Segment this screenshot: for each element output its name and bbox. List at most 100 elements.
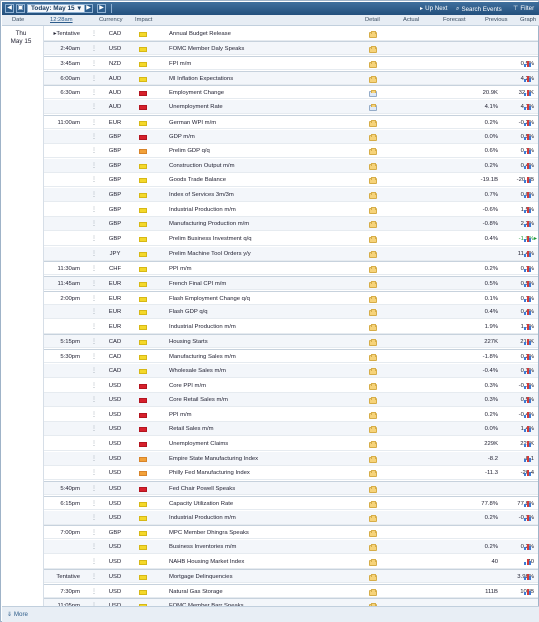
drag-handle-icon[interactable]: ⋮ <box>91 236 97 242</box>
bar-chart-icon[interactable] <box>524 103 532 110</box>
event-title[interactable]: Business Inventories m/m <box>169 544 236 550</box>
event-row[interactable]: ⋮EURIndustrial Production m/m1.9%1.1% <box>44 320 538 334</box>
drag-handle-icon[interactable]: ⋮ <box>91 559 97 565</box>
event-row[interactable]: 11:45am⋮EURFrench Final CPI m/m0.5%0.5% <box>44 276 538 290</box>
event-title[interactable]: German WPI m/m <box>169 120 216 126</box>
bar-chart-icon[interactable] <box>524 176 532 183</box>
detail-folder-icon[interactable] <box>369 589 377 596</box>
drag-handle-icon[interactable]: ⋮ <box>91 486 97 492</box>
event-title[interactable]: Index of Services 3m/3m <box>169 192 234 198</box>
drag-handle-icon[interactable]: ⋮ <box>91 266 97 272</box>
bar-chart-icon[interactable] <box>524 382 532 389</box>
bar-chart-icon[interactable] <box>524 147 532 154</box>
current-time-link[interactable]: 12:28am <box>50 17 73 23</box>
drag-handle-icon[interactable]: ⋮ <box>91 61 97 67</box>
drag-handle-icon[interactable]: ⋮ <box>91 148 97 154</box>
impact-low-icon[interactable] <box>139 282 147 287</box>
impact-low-icon[interactable] <box>139 32 147 37</box>
impact-low-icon[interactable] <box>139 208 147 213</box>
bar-chart-icon[interactable] <box>524 119 532 126</box>
bar-chart-icon[interactable] <box>524 220 532 227</box>
drag-handle-icon[interactable]: ⋮ <box>91 397 97 403</box>
bar-chart-icon[interactable] <box>524 425 532 432</box>
event-title[interactable]: Industrial Production m/m <box>169 324 236 330</box>
bar-chart-icon[interactable] <box>524 308 532 315</box>
event-title[interactable]: Industrial Production m/m <box>169 207 236 213</box>
event-title[interactable]: Fed Chair Powell Speaks <box>169 486 235 492</box>
bar-chart-icon[interactable] <box>524 367 532 374</box>
drag-handle-icon[interactable]: ⋮ <box>91 470 97 476</box>
event-row[interactable]: ⋮USDPhilly Fed Manufacturing Index-11.3-… <box>44 466 538 480</box>
event-row[interactable]: ⋮ USD Empire State Manufacturing Index -8.2… <box>44 452 538 466</box>
drag-handle-icon[interactable]: ⋮ <box>91 530 97 536</box>
bar-chart-icon[interactable] <box>524 573 532 580</box>
event-row[interactable]: ⋮USDCore Retail Sales m/m0.3%0.5% <box>44 393 538 407</box>
detail-folder-icon[interactable] <box>369 46 377 53</box>
drag-handle-icon[interactable]: ⋮ <box>91 221 97 227</box>
impact-low-icon[interactable] <box>139 121 147 126</box>
drag-handle-icon[interactable]: ⋮ <box>91 501 97 507</box>
drag-handle-icon[interactable]: ⋮ <box>91 368 97 374</box>
event-row[interactable]: ⋮JPYPrelim Machine Tool Orders y/y11.4% <box>44 247 538 261</box>
drag-handle-icon[interactable]: ⋮ <box>91 31 97 37</box>
drag-handle-icon[interactable]: ⋮ <box>91 426 97 432</box>
event-row[interactable]: ⋮GBPIndex of Services 3m/3m0.7%0.6% <box>44 188 538 202</box>
drag-handle-icon[interactable]: ⋮ <box>91 354 97 360</box>
event-row[interactable]: 5:30pm⋮CADManufacturing Sales m/m-1.8%0.… <box>44 349 538 363</box>
event-title[interactable]: Capacity Utilization Rate <box>169 501 233 507</box>
event-title[interactable]: Empire State Manufacturing Index <box>169 456 258 462</box>
today-calendar-icon[interactable]: ▣ <box>16 4 25 13</box>
event-title[interactable]: Prelim GDP q/q <box>169 148 210 154</box>
impact-low-icon[interactable] <box>139 310 147 315</box>
drag-handle-icon[interactable]: ⋮ <box>91 207 97 213</box>
event-row[interactable]: Tentative⋮USDMortgage Delinquencies3.98% <box>44 569 538 583</box>
event-row[interactable]: 7:00pm ⋮ GBP MPC Member Dhingra Speaks <box>44 525 538 539</box>
drag-handle-icon[interactable]: ⋮ <box>91 544 97 550</box>
event-row[interactable]: ⋮GBPPrelim Business Investment q/q0.4%-1… <box>44 232 538 246</box>
event-row[interactable]: ⋮GBPGoods Trade Balance-19.1B-20.8B <box>44 173 538 187</box>
detail-folder-icon[interactable] <box>369 470 377 477</box>
event-title[interactable]: French Final CPI m/m <box>169 281 226 287</box>
event-row[interactable]: ⋮USDIndustrial Production m/m0.2%-0.3% <box>44 511 538 525</box>
detail-folder-icon[interactable] <box>369 236 377 243</box>
more-link[interactable]: ⇓ More <box>7 611 28 618</box>
event-title[interactable]: Goods Trade Balance <box>169 177 226 183</box>
event-title[interactable]: Core PPI m/m <box>169 383 206 389</box>
drag-handle-icon[interactable]: ⋮ <box>91 281 97 287</box>
detail-folder-icon[interactable] <box>369 148 377 155</box>
event-title[interactable]: Employment Change <box>169 90 224 96</box>
event-title[interactable]: Retail Sales m/m <box>169 426 214 432</box>
detail-folder-icon[interactable] <box>369 120 377 127</box>
bar-chart-icon[interactable] <box>524 162 532 169</box>
detail-folder-icon[interactable] <box>369 354 377 361</box>
impact-low-icon[interactable] <box>139 355 147 360</box>
detail-folder-icon[interactable] <box>369 412 377 419</box>
detail-folder-icon[interactable] <box>369 76 377 83</box>
bar-chart-icon[interactable] <box>524 235 532 242</box>
event-title[interactable]: Industrial Production m/m <box>169 515 236 521</box>
event-title[interactable]: Mortgage Delinquencies <box>169 574 233 580</box>
event-title[interactable]: MPC Member Dhingra Speaks <box>169 530 249 536</box>
impact-low-icon[interactable] <box>139 178 147 183</box>
bar-chart-icon[interactable] <box>524 455 532 462</box>
event-row[interactable]: ⋮USDUnemployment Claims229K228K <box>44 437 538 451</box>
drag-handle-icon[interactable]: ⋮ <box>91 90 97 96</box>
bar-chart-icon[interactable] <box>524 133 532 140</box>
event-row[interactable]: ⋮CADWholesale Sales m/m-0.4%0.3% <box>44 364 538 378</box>
impact-high-icon[interactable] <box>139 398 147 403</box>
filter-button[interactable]: ⊤ Filter <box>513 5 534 12</box>
detail-doc-icon[interactable] <box>369 104 377 111</box>
event-row[interactable]: 3:45am⋮NZDFPI m/m0.5% <box>44 56 538 70</box>
event-row[interactable]: ⋮GBPManufacturing Production m/m-0.8%2.2… <box>44 217 538 231</box>
drag-handle-icon[interactable]: ⋮ <box>91 46 97 52</box>
detail-folder-icon[interactable] <box>369 515 377 522</box>
detail-folder-icon[interactable] <box>369 281 377 288</box>
search-events-button[interactable]: ⌕ Search Events <box>456 5 502 13</box>
bar-chart-icon[interactable] <box>524 353 532 360</box>
previous-day-button[interactable]: ◀ <box>5 4 14 13</box>
event-row[interactable]: ⋮GBPGDP m/m0.0%0.5% <box>44 130 538 144</box>
impact-low-icon[interactable] <box>139 164 147 169</box>
drag-handle-icon[interactable]: ⋮ <box>91 120 97 126</box>
impact-med-icon[interactable] <box>139 457 147 462</box>
detail-folder-icon[interactable] <box>369 266 377 273</box>
